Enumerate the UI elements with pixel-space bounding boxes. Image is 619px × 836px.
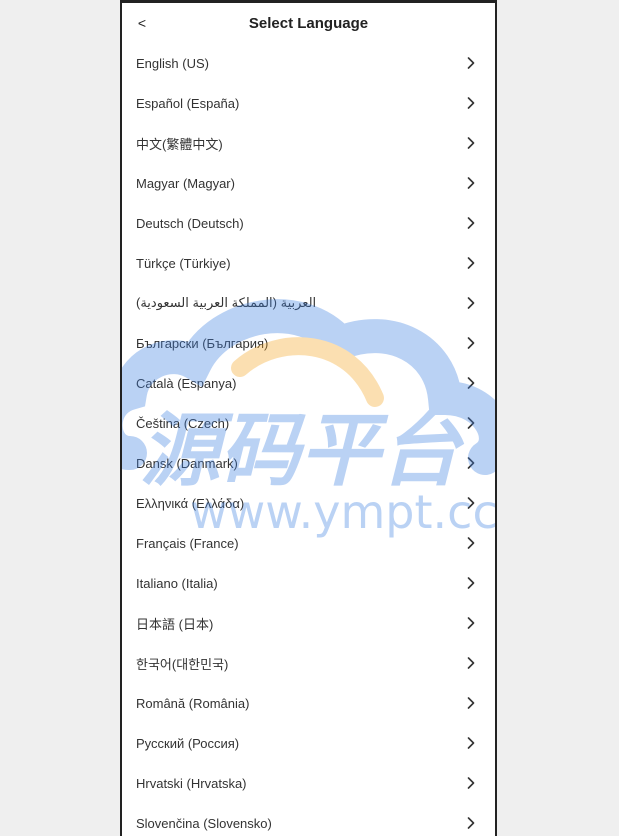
language-label: Español (España) xyxy=(136,95,240,111)
language-item[interactable]: 한국어(대한민국) xyxy=(122,643,495,683)
language-item[interactable]: Italiano (Italia) xyxy=(122,563,495,603)
language-label: Čeština (Czech) xyxy=(136,415,230,431)
language-label: Slovenčina (Slovensko) xyxy=(136,815,272,831)
chevron-right-icon xyxy=(465,495,477,511)
language-label: Magyar (Magyar) xyxy=(136,175,235,191)
language-list: English (US) Español (España) 中文(繁體中文) Magy… xyxy=(122,43,495,836)
language-item[interactable]: Magyar (Magyar) xyxy=(122,163,495,203)
chevron-right-icon xyxy=(465,815,477,831)
language-item[interactable]: Slovenčina (Slovensko) xyxy=(122,803,495,836)
language-item[interactable]: Français (France) xyxy=(122,523,495,563)
chevron-right-icon xyxy=(465,55,477,71)
language-label: Ελληνικά (Ελλάδα) xyxy=(136,495,245,511)
chevron-right-icon xyxy=(465,175,477,191)
language-label: Română (România) xyxy=(136,695,250,711)
language-label: Hrvatski (Hrvatska) xyxy=(136,775,247,791)
chevron-right-icon xyxy=(465,95,477,111)
back-icon: < xyxy=(137,15,147,31)
language-item[interactable]: العربية (المملكة العربية السعودية) xyxy=(122,283,495,323)
chevron-right-icon xyxy=(465,375,477,391)
chevron-right-icon xyxy=(465,735,477,751)
language-label: 日本語 (日本) xyxy=(136,616,214,632)
header-bar: < Select Language xyxy=(122,3,495,43)
language-item[interactable]: Български (България) xyxy=(122,323,495,363)
language-label: 中文(繁體中文) xyxy=(136,136,223,152)
language-item[interactable]: English (US) xyxy=(122,43,495,83)
chevron-right-icon xyxy=(465,775,477,791)
language-label: Català (Espanya) xyxy=(136,375,237,391)
language-item[interactable]: 日本語 (日本) xyxy=(122,603,495,643)
chevron-right-icon xyxy=(465,575,477,591)
app-screen: < Select Language English (US) Español (E… xyxy=(120,0,497,836)
back-button[interactable]: < xyxy=(134,12,150,34)
chevron-right-icon xyxy=(465,455,477,471)
language-item[interactable]: Türkçe (Türkiye) xyxy=(122,243,495,283)
language-label: Русский (Россия) xyxy=(136,735,240,751)
chevron-right-icon xyxy=(465,415,477,431)
language-item[interactable]: Deutsch (Deutsch) xyxy=(122,203,495,243)
chevron-right-icon xyxy=(465,535,477,551)
language-label: English (US) xyxy=(136,55,209,71)
chevron-right-icon xyxy=(465,295,477,311)
language-item[interactable]: Dansk (Danmark) xyxy=(122,443,495,483)
language-label: Deutsch (Deutsch) xyxy=(136,215,244,231)
language-label: العربية (المملكة العربية السعودية) xyxy=(136,295,317,310)
language-item[interactable]: Hrvatski (Hrvatska) xyxy=(122,763,495,803)
language-label: Türkçe (Türkiye) xyxy=(136,255,231,271)
language-label: Dansk (Danmark) xyxy=(136,455,238,471)
chevron-right-icon xyxy=(465,655,477,671)
language-label: Italiano (Italia) xyxy=(136,575,218,591)
chevron-right-icon xyxy=(465,615,477,631)
language-item[interactable]: Español (España) xyxy=(122,83,495,123)
language-item[interactable]: Ελληνικά (Ελλάδα) xyxy=(122,483,495,523)
language-item[interactable]: Română (România) xyxy=(122,683,495,723)
chevron-right-icon xyxy=(465,335,477,351)
language-item[interactable]: 中文(繁體中文) xyxy=(122,123,495,163)
language-item[interactable]: Русский (Россия) xyxy=(122,723,495,763)
chevron-right-icon xyxy=(465,695,477,711)
language-label: 한국어(대한민국) xyxy=(136,656,229,672)
page-title: Select Language xyxy=(248,14,369,32)
language-label: Български (България) xyxy=(136,335,269,351)
chevron-right-icon xyxy=(465,255,477,271)
language-item[interactable]: Čeština (Czech) xyxy=(122,403,495,443)
chevron-right-icon xyxy=(465,135,477,151)
language-item[interactable]: Català (Espanya) xyxy=(122,363,495,403)
language-label: Français (France) xyxy=(136,535,239,551)
chevron-right-icon xyxy=(465,215,477,231)
